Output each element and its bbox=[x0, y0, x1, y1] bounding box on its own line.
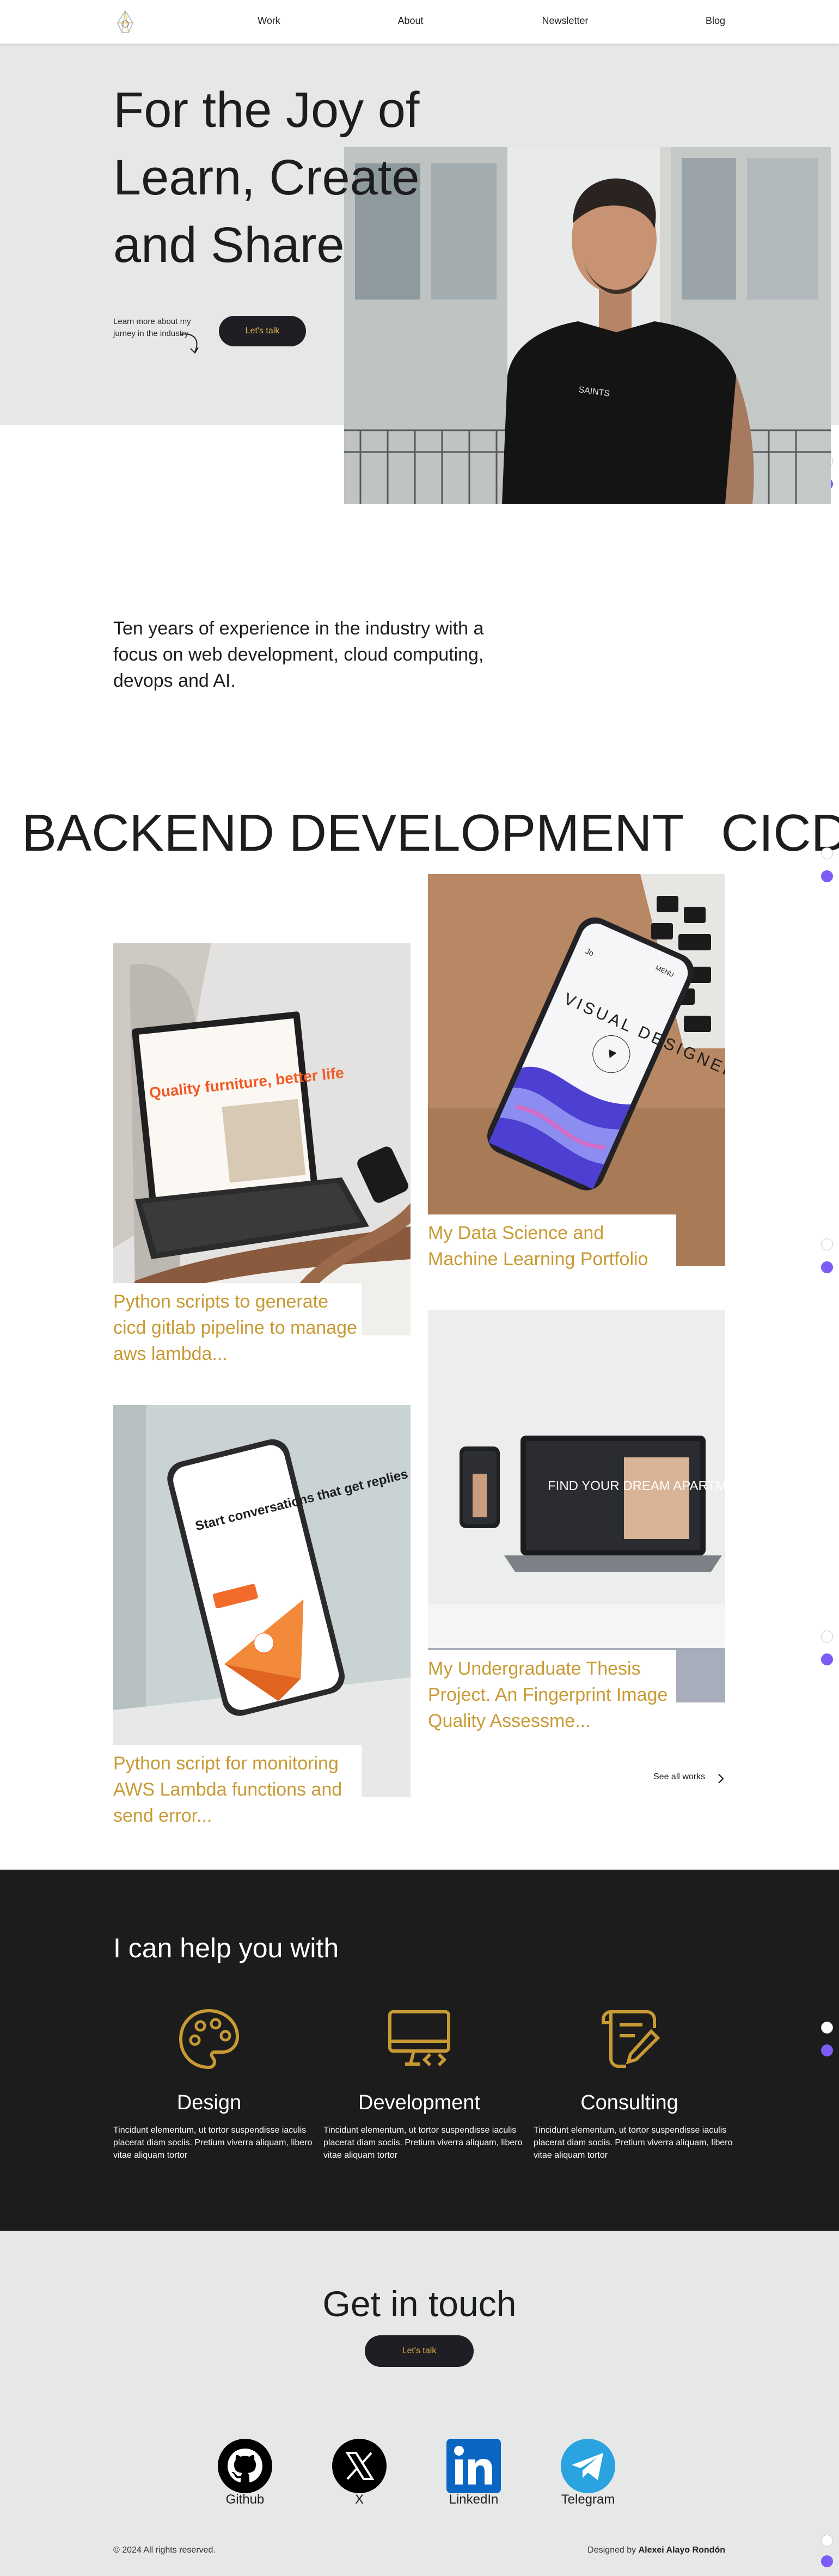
intro-paragraph: Ten years of experience in the industry … bbox=[113, 618, 484, 691]
hero-title: For the Joy of Learn, Create and Share bbox=[113, 76, 527, 279]
assistant-widget-icon[interactable] bbox=[821, 2555, 833, 2567]
chevron-right-icon[interactable] bbox=[716, 1773, 725, 1784]
social-label-telegram: Telegram bbox=[561, 2492, 615, 2507]
laptop-apartment-mockup: FIND YOUR DREAM APARTMENT bbox=[428, 1310, 725, 1702]
copyright-text: © 2024 All rights reserved. bbox=[113, 2546, 216, 2555]
palette-icon bbox=[179, 2009, 240, 2070]
nav-link-about[interactable]: About bbox=[367, 15, 454, 27]
telegram-icon[interactable] bbox=[561, 2439, 615, 2493]
lets-talk-button[interactable]: Let's talk bbox=[219, 316, 306, 346]
assistant-widget-icon[interactable] bbox=[821, 870, 833, 882]
curved-arrow-icon bbox=[180, 333, 199, 354]
designed-by-text: Designed by Alexei Alayo Rondón bbox=[577, 2546, 725, 2555]
top-navigation-bar: Work About Newsletter Blog bbox=[0, 0, 839, 44]
project-card-title-3[interactable]: Python script for monitoring AWS Lambda … bbox=[113, 1745, 362, 1829]
project-card-title-2[interactable]: My Data Science and Machine Learning Por… bbox=[428, 1214, 676, 1272]
project-card-image-2[interactable]: Jo MENU VISUAL DESIGNER bbox=[428, 874, 725, 1266]
nav-link-work[interactable]: Work bbox=[225, 15, 313, 27]
see-all-works-link[interactable]: See all works bbox=[653, 1772, 705, 1782]
service-title-design: Design bbox=[176, 2091, 242, 2114]
phone-messaging-mockup: Start conversations that get replies bbox=[113, 1405, 411, 1797]
contact-lets-talk-button[interactable]: Let's talk bbox=[365, 2335, 474, 2367]
translate-widget-icon[interactable] bbox=[821, 2022, 833, 2034]
document-edit-icon bbox=[602, 2010, 660, 2068]
marquee-item: BACKEND DEVELOPMENT bbox=[22, 804, 684, 862]
translate-widget-icon[interactable] bbox=[821, 1631, 833, 1643]
x-icon[interactable] bbox=[332, 2439, 387, 2493]
hero-title-line-2: Learn, Create bbox=[113, 150, 420, 205]
assistant-widget-icon[interactable] bbox=[821, 2044, 833, 2056]
hero-title-line-1: For the Joy of bbox=[113, 82, 420, 138]
project-card-image-1[interactable]: Quality furniture, better life bbox=[113, 943, 411, 1335]
translate-widget-icon[interactable] bbox=[821, 847, 833, 859]
site-logo-icon[interactable] bbox=[114, 8, 136, 36]
service-title-consulting: Consulting bbox=[580, 2091, 678, 2114]
project-card-title-4[interactable]: My Undergraduate Thesis Project. An Fing… bbox=[428, 1650, 676, 1734]
designer-name: Alexei Alayo Rondón bbox=[638, 2546, 725, 2555]
skills-marquee: BACKEND DEVELOPMENTCICDD bbox=[0, 801, 839, 866]
github-icon[interactable] bbox=[218, 2439, 272, 2493]
nav-link-newsletter[interactable]: Newsletter bbox=[522, 15, 609, 27]
social-label-x: X bbox=[354, 2492, 364, 2507]
project-card-image-3[interactable]: Start conversations that get replies bbox=[113, 1405, 411, 1797]
laptop-furniture-mockup: Quality furniture, better life bbox=[113, 943, 411, 1335]
project-card-title-1[interactable]: Python scripts to generate cicd gitlab p… bbox=[113, 1283, 362, 1367]
designed-by-prefix: Designed by bbox=[587, 2546, 636, 2555]
assistant-widget-icon[interactable] bbox=[821, 1261, 833, 1273]
assistant-widget-icon[interactable] bbox=[821, 1653, 833, 1665]
social-label-github: Github bbox=[225, 2492, 265, 2507]
hero-title-line-3: and Share bbox=[113, 217, 345, 273]
phone-designer-mockup: Jo MENU VISUAL DESIGNER bbox=[428, 874, 725, 1266]
service-desc-development: Tincidunt elementum, ut tortor suspendis… bbox=[323, 2126, 523, 2160]
translate-widget-icon[interactable] bbox=[821, 2535, 833, 2547]
monitor-code-icon bbox=[388, 2010, 450, 2067]
linkedin-icon[interactable] bbox=[446, 2439, 501, 2493]
social-label-linkedin: LinkedIn bbox=[449, 2492, 499, 2507]
translate-widget-icon[interactable] bbox=[821, 1238, 833, 1250]
contact-title: Get in touch bbox=[322, 2284, 517, 2324]
project-card-image-4[interactable]: FIND YOUR DREAM APARTMENT bbox=[428, 1310, 725, 1702]
services-title: I can help you with bbox=[113, 1933, 339, 1963]
service-desc-consulting: Tincidunt elementum, ut tortor suspendis… bbox=[534, 2126, 733, 2160]
service-desc-design: Tincidunt elementum, ut tortor suspendis… bbox=[113, 2126, 313, 2160]
apartment-mockup-headline: FIND YOUR DREAM APARTMENT bbox=[548, 1479, 725, 1493]
nav-link-blog[interactable]: Blog bbox=[672, 15, 759, 27]
service-title-development: Development bbox=[358, 2091, 480, 2114]
